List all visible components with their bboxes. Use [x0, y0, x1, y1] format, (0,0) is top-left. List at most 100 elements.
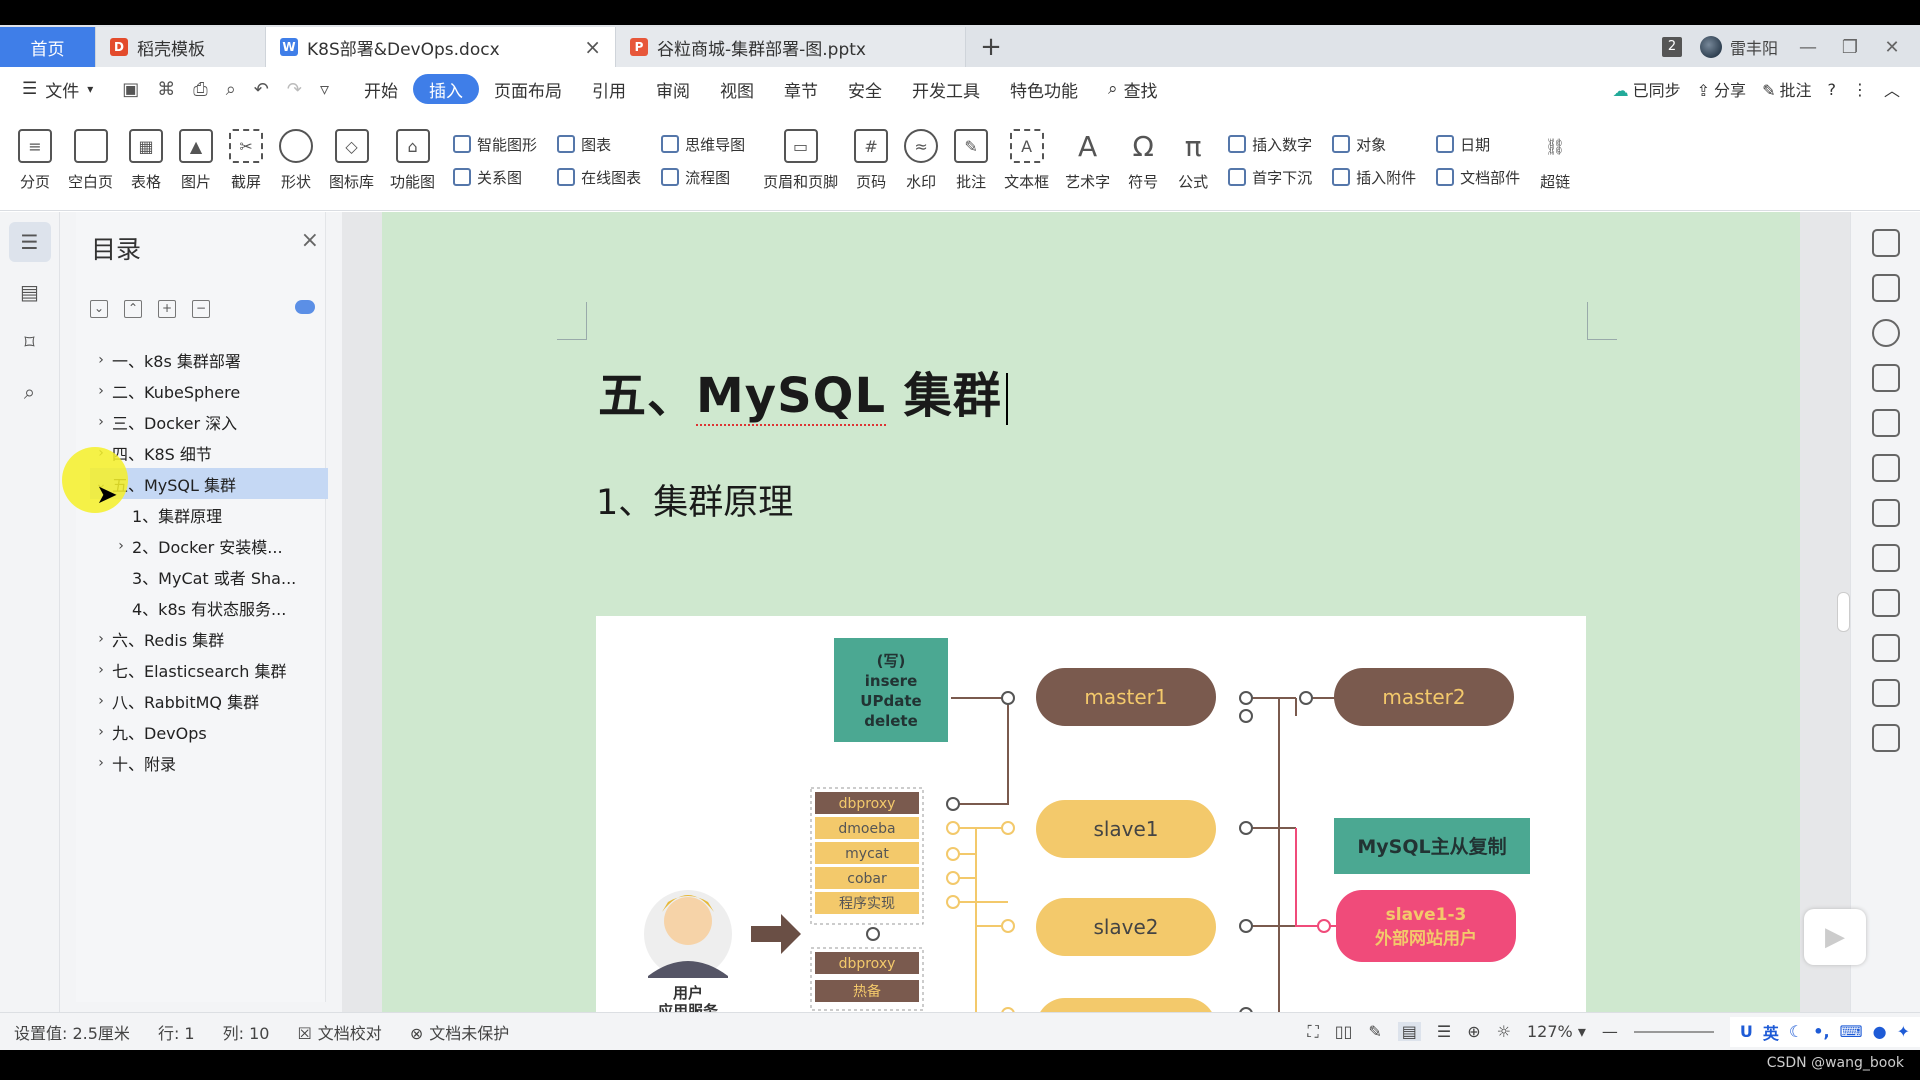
ime-mode[interactable]: 英: [1763, 1020, 1779, 1044]
play-video-icon[interactable]: ▶: [1804, 909, 1866, 965]
new-tab-button[interactable]: +: [966, 27, 1016, 67]
bookmark-icon[interactable]: ⌑: [9, 322, 51, 362]
chevron-right-icon[interactable]: ›: [110, 538, 132, 554]
formula-button[interactable]: π 公式: [1168, 116, 1218, 206]
symbol-button[interactable]: Ω 符号: [1118, 116, 1168, 206]
object-button[interactable]: 对象: [1332, 134, 1416, 155]
image-tool-icon[interactable]: [1871, 634, 1900, 662]
toc-item[interactable]: 4、k8s 有状态服务...: [90, 592, 328, 623]
collapse-ribbon-icon[interactable]: ︿: [1884, 77, 1900, 101]
toc-item[interactable]: › 九、DevOps: [90, 716, 328, 747]
toc-item[interactable]: › 一、k8s 集群部署: [90, 344, 328, 375]
minimize-icon[interactable]: —: [1796, 37, 1820, 58]
date-button[interactable]: 日期: [1436, 134, 1520, 155]
close-window-icon[interactable]: ✕: [1880, 37, 1904, 58]
undo-icon[interactable]: ↶: [254, 79, 269, 100]
file-menu[interactable]: ☰ 文件 ▾: [0, 74, 108, 104]
menu-layout[interactable]: 页面布局: [479, 74, 577, 104]
chevron-right-icon[interactable]: ›: [90, 352, 112, 368]
select-icon[interactable]: [1871, 274, 1900, 302]
punct-icon[interactable]: •,: [1813, 1022, 1829, 1041]
fullscreen-icon[interactable]: ⛶: [1308, 1022, 1319, 1042]
shape-button[interactable]: 形状: [271, 116, 321, 206]
zoom-out-icon[interactable]: —: [1602, 1022, 1618, 1041]
save-icon[interactable]: ▣: [122, 79, 139, 100]
redo-icon[interactable]: ↷: [287, 79, 302, 100]
format-painter-icon[interactable]: ⌘: [157, 79, 175, 100]
expand-all-icon[interactable]: ⌄: [90, 300, 108, 318]
proofread-button[interactable]: ☒ 文档校对: [283, 1020, 395, 1044]
more-icon[interactable]: ⋮: [1852, 80, 1868, 99]
comment-insert-button[interactable]: ✎ 批注: [946, 116, 996, 206]
tab-docx[interactable]: W K8S部署&DevOps.docx ×: [266, 27, 616, 67]
toc-item[interactable]: 1、集群原理: [90, 499, 328, 530]
find-icon[interactable]: ⌕: [9, 372, 51, 412]
table-button[interactable]: ▦ 表格: [121, 116, 171, 206]
ime-settings-icon[interactable]: ✦: [1897, 1022, 1910, 1041]
chevron-right-icon[interactable]: ›: [90, 724, 112, 740]
hyperlink-button[interactable]: ⛓ 超链: [1530, 116, 1580, 206]
search-button[interactable]: ⌕ 查找: [1093, 74, 1173, 104]
chevron-right-icon[interactable]: ›: [90, 631, 112, 647]
close-tab-icon[interactable]: ×: [584, 35, 601, 59]
print-preview-icon[interactable]: ⌕: [226, 79, 236, 100]
function-chart-button[interactable]: ⌂ 功能图: [382, 116, 443, 206]
document-page[interactable]: 五、MySQL 集群 1、集群原理 (写) insere UPdate dele…: [382, 212, 1800, 1012]
window-count-badge[interactable]: 2: [1661, 37, 1682, 57]
toc-item[interactable]: › 七、Elasticsearch 集群: [90, 654, 328, 685]
chart-tool-icon[interactable]: [1871, 544, 1900, 572]
drop-cap-button[interactable]: 首字下沉: [1228, 167, 1312, 188]
relation-chart-button[interactable]: 关系图: [453, 167, 537, 188]
comment-button[interactable]: ✎ 批注: [1762, 77, 1811, 101]
chevron-right-icon[interactable]: ›: [90, 383, 112, 399]
screenshot-button[interactable]: ✂ 截屏: [221, 116, 271, 206]
mind-map-button[interactable]: 思维导图: [661, 134, 745, 155]
tab-pptx[interactable]: P 谷粒商城-集群部署-图.pptx: [616, 27, 966, 67]
user-account[interactable]: 雷丰阳: [1699, 35, 1778, 59]
text-box-button[interactable]: A 文本框: [996, 116, 1057, 206]
online-chart-button[interactable]: 在线图表: [557, 167, 641, 188]
scrollbar-thumb[interactable]: [1837, 592, 1850, 632]
toc-item[interactable]: › 六、Redis 集群: [90, 623, 328, 654]
attachment-button[interactable]: 插入附件: [1332, 167, 1416, 188]
watermark-button[interactable]: ≈ 水印: [896, 116, 946, 206]
heading-1[interactable]: 五、MySQL 集群: [598, 356, 1008, 426]
eye-care-icon[interactable]: ☼: [1497, 1022, 1511, 1041]
outline-view-icon[interactable]: ☰: [1437, 1022, 1451, 1041]
keyboard-icon[interactable]: ⌨: [1840, 1022, 1863, 1041]
table-tool-icon[interactable]: [1871, 454, 1900, 482]
protect-button[interactable]: ⊗ 文档未保护: [396, 1020, 523, 1044]
flowchart-button[interactable]: 流程图: [661, 167, 745, 188]
customize-icon[interactable]: ▿: [320, 79, 329, 100]
add-heading-icon[interactable]: +: [158, 300, 176, 318]
picture-button[interactable]: ▲ 图片: [171, 116, 221, 206]
page-view-icon[interactable]: ▤: [1397, 1022, 1421, 1041]
toc-icon[interactable]: ☰: [8, 222, 51, 262]
pages-icon[interactable]: ▤: [9, 272, 51, 312]
chart-button[interactable]: 图表: [557, 134, 641, 155]
icon-library-button[interactable]: ◇ 图标库: [321, 116, 382, 206]
pen-icon[interactable]: [1871, 229, 1900, 257]
document-canvas[interactable]: 五、MySQL 集群 1、集群原理 (写) insere UPdate dele…: [342, 212, 1850, 1012]
menu-view[interactable]: 视图: [705, 74, 769, 104]
translate-icon[interactable]: [1871, 724, 1900, 752]
toc-item[interactable]: › 八、RabbitMQ 集群: [90, 685, 328, 716]
adjust-icon[interactable]: [1871, 589, 1900, 617]
chevron-right-icon[interactable]: ›: [90, 414, 112, 430]
help-icon[interactable]: ?: [1827, 80, 1836, 99]
doc-parts-button[interactable]: 文档部件: [1436, 167, 1520, 188]
sync-button[interactable]: ☁ 已同步: [1613, 77, 1681, 101]
tab-docer[interactable]: D 稻壳模板: [96, 27, 266, 67]
header-footer-button[interactable]: ▭ 页眉和页脚: [755, 116, 846, 206]
shape-tool-icon[interactable]: [1871, 364, 1900, 392]
menu-features[interactable]: 特色功能: [995, 74, 1093, 104]
ime-logo-icon[interactable]: U: [1740, 1022, 1753, 1041]
style-icon[interactable]: [1871, 319, 1900, 347]
share-button[interactable]: ⇪ 分享: [1697, 77, 1746, 101]
grid-tool-icon[interactable]: [1871, 499, 1900, 527]
toc-item[interactable]: › 三、Docker 深入: [90, 406, 328, 437]
page-break-button[interactable]: ≡ 分页: [10, 116, 60, 206]
smart-art-button[interactable]: 智能图形: [453, 134, 537, 155]
menu-devtools[interactable]: 开发工具: [897, 74, 995, 104]
print-icon[interactable]: ⎙: [193, 79, 207, 100]
